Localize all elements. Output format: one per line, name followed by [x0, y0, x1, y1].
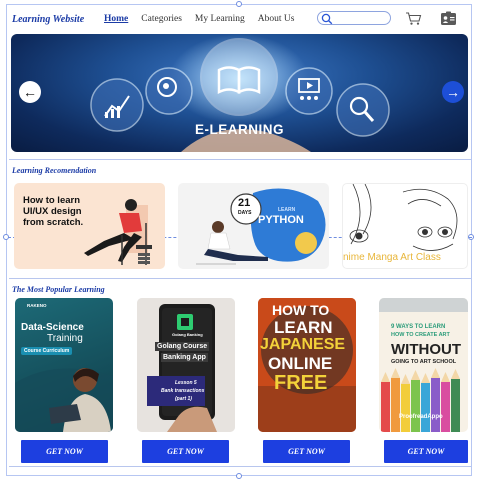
resize-handle-bottom[interactable] [236, 473, 242, 479]
nav-home[interactable]: Home [104, 14, 128, 24]
arrow-right-icon[interactable]: → [442, 81, 464, 103]
recommendation-card-manga[interactable]: nime Manga Art Class [342, 183, 468, 269]
headline-line2: LEARN [274, 318, 333, 337]
get-now-button[interactable]: GET NOW [21, 440, 108, 463]
python-small-text: LEARN [278, 207, 296, 213]
recommendation-card-uiux[interactable]: How to learn UI/UX design from scratch. [14, 183, 165, 269]
python-illustration [196, 188, 326, 265]
hero-carousel[interactable]: E-LEARNING ← → [11, 34, 468, 152]
course-label-line2: Banking App [161, 353, 208, 362]
recommendation-section-title: Learning Recomendation [12, 166, 97, 175]
course-card-japanese[interactable]: HOW TO LEARN JAPANESE ONLINE FREE [258, 298, 356, 432]
designer-illustration [84, 199, 152, 265]
bottom-divider [9, 466, 471, 467]
cart-icon[interactable] [405, 11, 422, 26]
resize-handle-top[interactable] [236, 1, 242, 7]
headline-line5: FREE [274, 372, 328, 394]
brand-logo[interactable]: Learning Website [12, 14, 104, 25]
section-divider [9, 159, 471, 160]
art-logo: ProofreadAppo [399, 414, 443, 420]
search-icon [321, 13, 333, 25]
search-input[interactable] [317, 11, 391, 25]
course-card-golang[interactable]: Golang Banking Golang Course Banking App… [137, 298, 235, 432]
profile-card-icon[interactable] [440, 11, 457, 26]
section-divider [9, 278, 471, 279]
recommendation-card-python[interactable]: 21 DAYS LEARN PYTHON [178, 183, 329, 269]
arrow-left-icon[interactable]: ← [19, 81, 41, 103]
python-title: PYTHON [258, 214, 304, 226]
manga-caption: nime Manga Art Class [343, 252, 441, 263]
app-name: Golang Banking [172, 332, 203, 337]
student-illustration [15, 368, 113, 432]
hero-title: E-LEARNING [195, 122, 284, 137]
get-now-button[interactable]: GET NOW [384, 440, 468, 463]
course-label-line1: Golang Course [155, 342, 210, 351]
pencils-illustration [379, 298, 468, 432]
days-badge-label: DAYS [238, 210, 252, 216]
nav-categories[interactable]: Categories [141, 14, 182, 24]
headline-line4: ONLINE [268, 354, 333, 373]
lesson-part: (part 1) [175, 396, 192, 402]
nav-my-learning[interactable]: My Learning [195, 14, 245, 24]
lesson-title: Bank transactions [161, 388, 205, 394]
course-card-art[interactable]: 9 WAYS TO LEARN HOW TO CREATE ART WITHOU… [379, 298, 468, 432]
get-now-button[interactable]: GET NOW [263, 440, 350, 463]
lesson-number: Lesson 5 [175, 380, 197, 386]
top-navigation: Learning Website Home Categories My Lear… [12, 8, 462, 30]
headline-line3: JAPANESE [260, 336, 346, 353]
days-badge-number: 21 [238, 197, 251, 209]
popular-section-title: The Most Popular Learning [12, 285, 105, 294]
headline-line1: HOW TO [272, 302, 330, 318]
course-card-data-science[interactable]: RAKENO Data-Science Training Course Curr… [15, 298, 113, 432]
nav-about-us[interactable]: About Us [258, 14, 295, 24]
get-now-button[interactable]: GET NOW [142, 440, 229, 463]
phone-illustration [137, 298, 235, 432]
